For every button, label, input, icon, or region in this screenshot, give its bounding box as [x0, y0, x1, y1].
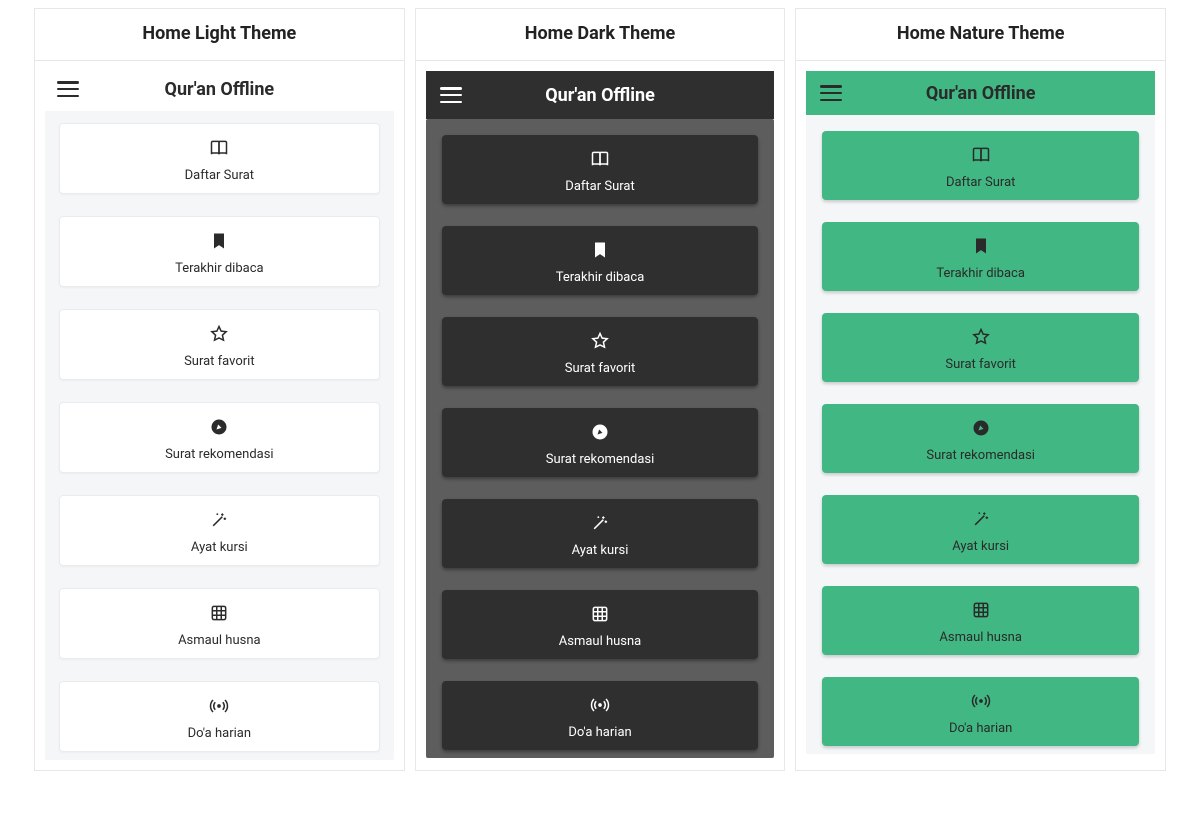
star-icon — [590, 331, 610, 355]
menu-item-label: Surat favorit — [565, 361, 636, 376]
menu-item-doa-harian[interactable]: Do'a harian — [822, 677, 1139, 746]
star-icon — [209, 324, 229, 348]
menu-item-daftar-surat[interactable]: Daftar Surat — [59, 123, 380, 194]
column-header: Home Light Theme — [35, 9, 404, 61]
menu-item-label: Do'a harian — [949, 721, 1012, 736]
menu-item-label: Ayat kursi — [191, 540, 248, 555]
menu-item-label: Daftar Surat — [565, 179, 634, 194]
menu-item-label: Do'a harian — [188, 726, 251, 741]
star-icon — [971, 327, 991, 351]
compass-icon — [971, 418, 991, 442]
app-bar: Qur'an Offline — [426, 71, 775, 119]
app-bar: Qur'an Offline — [806, 71, 1155, 115]
menu-item-surat-rekomendasi[interactable]: Surat rekomendasi — [59, 402, 380, 473]
grid-icon — [971, 600, 991, 624]
menu-item-label: Asmaul husna — [939, 630, 1022, 645]
book-icon — [590, 149, 610, 173]
menu-item-daftar-surat[interactable]: Daftar Surat — [822, 131, 1139, 200]
app-title: Qur'an Offline — [426, 85, 775, 106]
menu-item-asmaul-husna[interactable]: Asmaul husna — [59, 588, 380, 659]
menu-item-surat-favorit[interactable]: Surat favorit — [59, 309, 380, 380]
compass-icon — [590, 422, 610, 446]
menu-list: Daftar Surat Terakhir dibaca Surat favor… — [806, 115, 1155, 754]
phone-light: Qur'an Offline Daftar Surat Terakhir dib… — [35, 61, 404, 770]
menu-item-label: Terakhir dibaca — [936, 266, 1025, 281]
menu-item-label: Ayat kursi — [952, 539, 1009, 554]
hamburger-icon[interactable] — [820, 85, 842, 101]
menu-item-doa-harian[interactable]: Do'a harian — [59, 681, 380, 752]
phone-dark: Qur'an Offline Daftar Surat Terakhir dib… — [416, 61, 785, 768]
wand-icon — [971, 509, 991, 533]
column-dark: Home Dark Theme Qur'an Offline Daftar Su… — [415, 8, 786, 771]
menu-item-label: Daftar Surat — [185, 168, 254, 183]
app-bar: Qur'an Offline — [45, 71, 394, 111]
menu-item-label: Surat rekomendasi — [546, 452, 655, 467]
wand-icon — [209, 510, 229, 534]
menu-item-surat-favorit[interactable]: Surat favorit — [822, 313, 1139, 382]
wand-icon — [590, 513, 610, 537]
hamburger-icon[interactable] — [57, 81, 79, 97]
menu-item-label: Do'a harian — [568, 725, 631, 740]
menu-item-surat-favorit[interactable]: Surat favorit — [442, 317, 759, 386]
menu-item-label: Surat rekomendasi — [926, 448, 1035, 463]
bookmark-icon — [971, 236, 991, 260]
hamburger-icon[interactable] — [440, 87, 462, 103]
menu-item-terakhir-dibaca[interactable]: Terakhir dibaca — [822, 222, 1139, 291]
menu-item-surat-rekomendasi[interactable]: Surat rekomendasi — [822, 404, 1139, 473]
menu-item-terakhir-dibaca[interactable]: Terakhir dibaca — [442, 226, 759, 295]
menu-list: Daftar Surat Terakhir dibaca Surat favor… — [45, 111, 394, 760]
column-header: Home Nature Theme — [796, 9, 1165, 61]
phone-nature: Qur'an Offline Daftar Surat Terakhir dib… — [796, 61, 1165, 764]
grid-icon — [590, 604, 610, 628]
menu-item-label: Surat favorit — [945, 357, 1016, 372]
column-header: Home Dark Theme — [416, 9, 785, 61]
menu-item-label: Asmaul husna — [178, 633, 261, 648]
menu-item-ayat-kursi[interactable]: Ayat kursi — [59, 495, 380, 566]
broadcast-icon — [209, 696, 229, 720]
menu-list: Daftar Surat Terakhir dibaca Surat favor… — [426, 119, 775, 758]
book-icon — [209, 138, 229, 162]
broadcast-icon — [590, 695, 610, 719]
menu-item-surat-rekomendasi[interactable]: Surat rekomendasi — [442, 408, 759, 477]
menu-item-label: Terakhir dibaca — [175, 261, 264, 276]
menu-item-daftar-surat[interactable]: Daftar Surat — [442, 135, 759, 204]
broadcast-icon — [971, 691, 991, 715]
book-icon — [971, 145, 991, 169]
app-title: Qur'an Offline — [806, 83, 1155, 104]
column-nature: Home Nature Theme Qur'an Offline Daftar … — [795, 8, 1166, 771]
menu-item-label: Surat rekomendasi — [165, 447, 274, 462]
menu-item-label: Surat favorit — [184, 354, 255, 369]
menu-item-ayat-kursi[interactable]: Ayat kursi — [822, 495, 1139, 564]
app-title: Qur'an Offline — [45, 79, 394, 100]
menu-item-doa-harian[interactable]: Do'a harian — [442, 681, 759, 750]
menu-item-terakhir-dibaca[interactable]: Terakhir dibaca — [59, 216, 380, 287]
grid-icon — [209, 603, 229, 627]
compass-icon — [209, 417, 229, 441]
bookmark-icon — [209, 231, 229, 255]
bookmark-icon — [590, 240, 610, 264]
menu-item-label: Terakhir dibaca — [556, 270, 645, 285]
menu-item-label: Ayat kursi — [572, 543, 629, 558]
menu-item-asmaul-husna[interactable]: Asmaul husna — [822, 586, 1139, 655]
theme-showcase-grid: Home Light Theme Qur'an Offline Daftar S… — [34, 8, 1166, 771]
menu-item-asmaul-husna[interactable]: Asmaul husna — [442, 590, 759, 659]
column-light: Home Light Theme Qur'an Offline Daftar S… — [34, 8, 405, 771]
menu-item-label: Asmaul husna — [559, 634, 642, 649]
menu-item-label: Daftar Surat — [946, 175, 1015, 190]
menu-item-ayat-kursi[interactable]: Ayat kursi — [442, 499, 759, 568]
